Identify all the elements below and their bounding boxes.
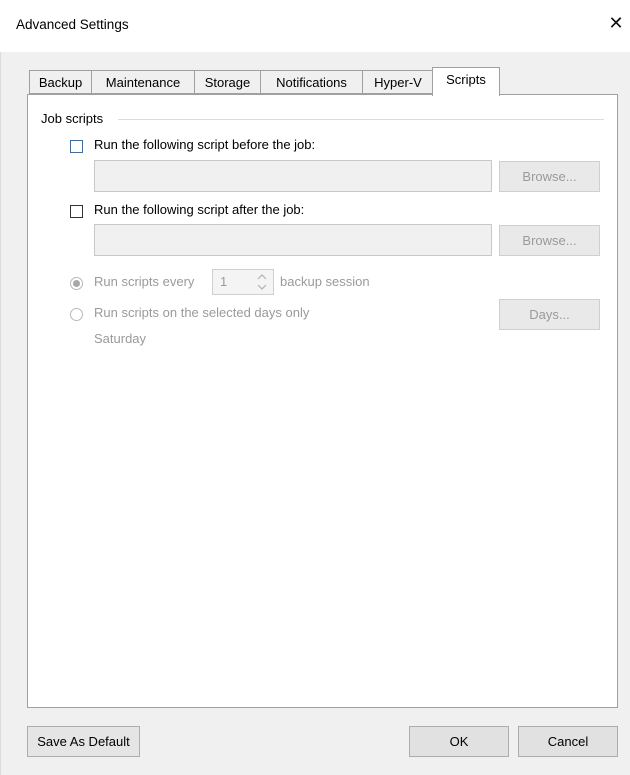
tab-notifications[interactable]: Notifications [260, 70, 363, 94]
tab-maintenance[interactable]: Maintenance [91, 70, 195, 94]
tab-backup[interactable]: Backup [29, 70, 92, 94]
selected-days-text: Saturday [94, 331, 147, 346]
title-bar: Advanced Settings ✕ [0, 0, 630, 52]
save-as-default-button[interactable]: Save As Default [27, 726, 140, 757]
dialog-title: Advanced Settings [16, 17, 129, 32]
window-border [0, 52, 1, 775]
run-every-radio[interactable] [70, 277, 83, 290]
tab-storage[interactable]: Storage [194, 70, 261, 94]
tab-hyper-v[interactable]: Hyper-V [362, 70, 434, 94]
group-divider [118, 119, 604, 120]
run-before-checkbox[interactable] [70, 140, 83, 153]
radio-selected-dot [73, 280, 80, 287]
sessions-stepper[interactable]: 1 [212, 269, 274, 295]
tab-scripts[interactable]: Scripts [432, 67, 500, 96]
after-script-path-field[interactable] [94, 224, 492, 256]
job-scripts-group-label: Job scripts [41, 111, 108, 126]
run-days-radio[interactable] [70, 308, 83, 321]
ok-button[interactable]: OK [409, 726, 509, 757]
cancel-button[interactable]: Cancel [518, 726, 618, 757]
stepper-arrows-icon[interactable] [255, 271, 269, 293]
run-before-label[interactable]: Run the following script before the job: [94, 137, 315, 152]
after-browse-button[interactable]: Browse... [499, 225, 600, 256]
close-icon[interactable]: ✕ [602, 10, 630, 36]
run-after-label[interactable]: Run the following script after the job: [94, 202, 304, 217]
run-days-label: Run scripts on the selected days only [94, 305, 310, 320]
backup-session-label: backup session [280, 274, 370, 289]
before-script-path-field[interactable] [94, 160, 492, 192]
scripts-panel: Job scripts Run the following script bef… [27, 94, 618, 708]
advanced-settings-dialog: Advanced Settings ✕ Backup Maintenance S… [0, 0, 630, 775]
before-browse-button[interactable]: Browse... [499, 161, 600, 192]
run-after-checkbox[interactable] [70, 205, 83, 218]
run-every-label: Run scripts every [94, 274, 195, 289]
days-button[interactable]: Days... [499, 299, 600, 330]
sessions-stepper-value: 1 [220, 274, 228, 289]
